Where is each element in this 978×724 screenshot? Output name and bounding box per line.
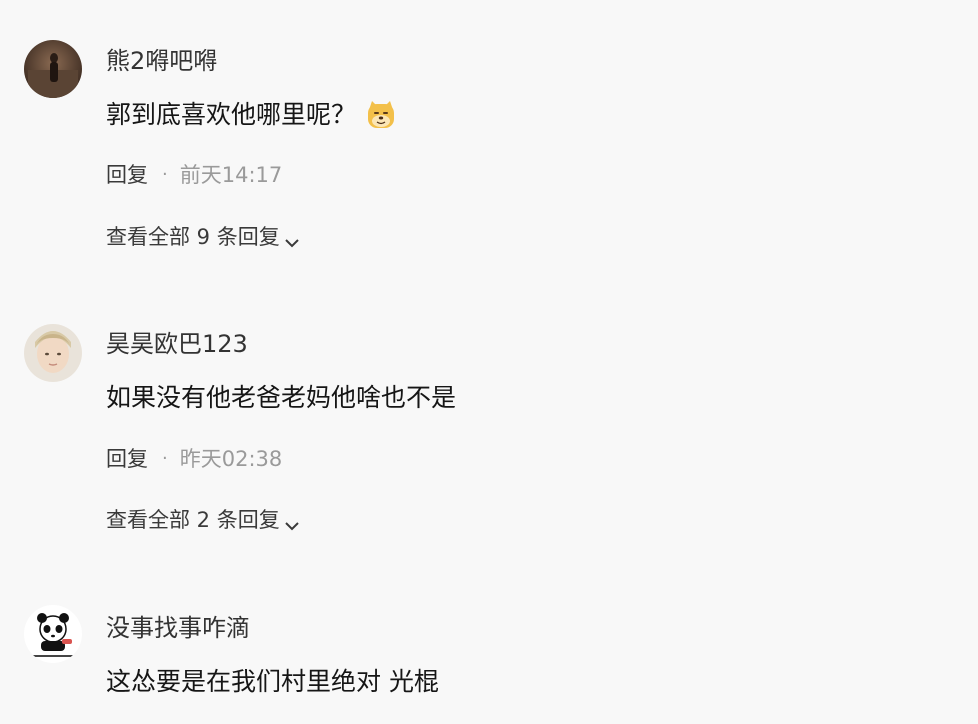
avatar[interactable] bbox=[24, 324, 82, 382]
comment-text-body: 如果没有他老爸老妈他啥也不是 bbox=[106, 383, 457, 412]
view-all-replies-link[interactable]: 查看全部 9 条回复 bbox=[106, 222, 300, 252]
view-all-replies-link[interactable]: 查看全部 2 条回复 bbox=[106, 505, 300, 535]
username[interactable]: 没事找事咋滴 bbox=[106, 611, 250, 645]
avatar[interactable] bbox=[24, 605, 82, 663]
view-all-replies-label: 查看全部 2 条回复 bbox=[106, 508, 280, 532]
timestamp: 前天14:17 bbox=[179, 163, 283, 187]
comment-meta: 回复 · 昨天02:38 bbox=[106, 444, 282, 474]
reply-button[interactable]: 回复 bbox=[106, 444, 148, 474]
reply-button[interactable]: 回复 bbox=[106, 160, 148, 190]
comment-text-body: 这怂要是在我们村里绝对 光棍 bbox=[106, 667, 439, 696]
username[interactable]: 熊2嘚吧嘚 bbox=[106, 44, 217, 78]
comment-text: 郭到底喜欢他哪里呢？ bbox=[106, 97, 396, 133]
chevron-down-icon bbox=[284, 229, 300, 248]
timestamp: 昨天02:38 bbox=[179, 447, 283, 471]
comment-text: 如果没有他老爸老妈他啥也不是 bbox=[106, 380, 456, 416]
chevron-down-icon bbox=[284, 512, 300, 531]
view-all-replies-label: 查看全部 9 条回复 bbox=[106, 225, 280, 249]
comment-text-body: 郭到底喜欢他哪里呢？ bbox=[106, 100, 357, 129]
separator-dot: · bbox=[162, 448, 168, 469]
username[interactable]: 昊昊欧巴123 bbox=[106, 327, 248, 361]
comment-text: 这怂要是在我们村里绝对 光棍 bbox=[106, 664, 439, 700]
avatar[interactable] bbox=[24, 40, 82, 98]
separator-dot: · bbox=[162, 164, 168, 185]
comment-meta: 回复 · 前天14:17 bbox=[106, 160, 282, 190]
doge-emoji-icon bbox=[366, 100, 396, 130]
